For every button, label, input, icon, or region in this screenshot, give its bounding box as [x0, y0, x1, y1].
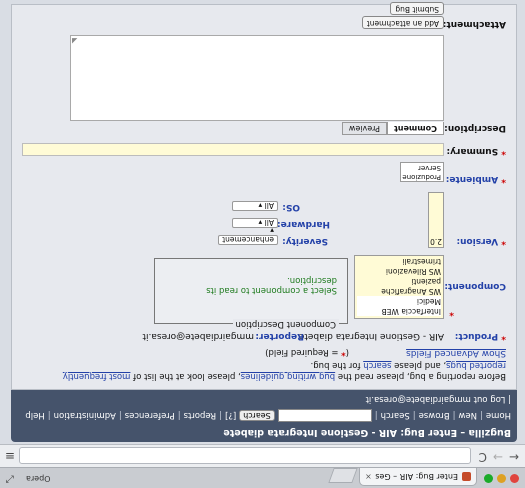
- window: Enter Bug: AIR – Gestione... × Opera ⤢ ←…: [0, 0, 525, 488]
- intro-end: for the bug.: [310, 360, 364, 370]
- product-required-star: *: [501, 331, 506, 341]
- intro-before: Before reporting a bug, please read the: [335, 371, 506, 381]
- administration-link[interactable]: Administration: [54, 411, 116, 421]
- description-label: Description:: [444, 123, 506, 133]
- comment-textarea[interactable]: ◢: [70, 35, 444, 121]
- search-bugs-link[interactable]: search: [363, 360, 391, 370]
- component-list[interactable]: Interfaccia WEB Medici WS Anagrafiche pa…: [354, 255, 444, 319]
- required-note-star: *: [341, 347, 346, 357]
- reporter-value: mmgairdiabete@oresa.it: [142, 331, 255, 341]
- maximize-window-icon[interactable]: [484, 474, 493, 483]
- summary-label: * Summary:: [447, 146, 506, 156]
- browse-link[interactable]: Browse: [419, 411, 450, 421]
- browser-tab-bar: Enter Bug: AIR – Gestione... × Opera ⤢: [0, 467, 525, 488]
- browser-brand: Opera: [26, 474, 51, 483]
- ambiente-option[interactable]: Produzione: [402, 172, 441, 181]
- submit-bug-button[interactable]: Submit Bug: [390, 2, 444, 15]
- intro-text: Before reporting a bug, please read the …: [26, 359, 506, 381]
- product-label-text: Product:: [454, 331, 499, 341]
- show-advanced-fields-link[interactable]: Show Advanced Fields: [406, 348, 506, 358]
- ambiente-required-star: *: [501, 174, 506, 184]
- summary-input[interactable]: [22, 143, 444, 156]
- os-label: OS:: [282, 202, 300, 212]
- component-required-star: *: [449, 307, 454, 317]
- tab-preview[interactable]: Preview: [341, 122, 388, 135]
- logout-link[interactable]: Log out: [474, 394, 506, 404]
- add-attachment-button[interactable]: Add an attachment: [361, 16, 444, 29]
- intro-and: , and please: [391, 360, 447, 370]
- hardware-select[interactable]: All ▾: [232, 218, 278, 228]
- severity-value: enhancement: [222, 235, 274, 244]
- fullscreen-icon[interactable]: ⤢: [6, 473, 14, 484]
- tab-close-icon[interactable]: ×: [365, 472, 372, 481]
- browser-tab-title: Enter Bug: AIR – Gestione...: [375, 472, 458, 481]
- severity-label: Severity:: [282, 236, 328, 246]
- menu-icon[interactable]: ≡: [5, 449, 15, 463]
- page-title: Bugzilla – Enter Bug: AIR - Gestione Int…: [223, 427, 511, 438]
- summary-label-text: Summary:: [446, 146, 499, 156]
- reload-icon[interactable]: C: [479, 450, 487, 464]
- window-controls: [484, 474, 519, 483]
- reporter-label: Reporter:: [255, 331, 304, 341]
- bugzilla-favicon-icon: [462, 472, 471, 481]
- help-link[interactable]: Help: [25, 411, 44, 421]
- reports-link[interactable]: Reports: [184, 411, 217, 421]
- component-option[interactable]: WS Anagrafiche pazienti: [357, 276, 441, 296]
- ambiente-label: * Ambiente:: [446, 174, 506, 184]
- search-button[interactable]: Search: [239, 410, 275, 421]
- home-link[interactable]: Home: [486, 411, 511, 421]
- intro-middle: , please look at the list of: [130, 371, 241, 381]
- quicksearch-help-link[interactable]: [?]: [225, 411, 236, 421]
- product-value-text: AIR - Gestione Integrata diabete: [298, 331, 444, 341]
- minimize-window-icon[interactable]: [497, 474, 506, 483]
- ambiente-list[interactable]: Produzione Server: [400, 162, 444, 182]
- version-label-text: Version:: [456, 236, 499, 246]
- ambiente-label-text: Ambiente:: [445, 174, 499, 184]
- version-list[interactable]: 2.0: [428, 192, 444, 248]
- new-tab-button[interactable]: [328, 468, 358, 483]
- description-tabs: Comment Preview: [341, 122, 444, 135]
- forward-arrow-icon[interactable]: →: [493, 450, 503, 464]
- bugzilla-header: Bugzilla – Enter Bug: AIR - Gestione Int…: [11, 390, 517, 442]
- bug-guidelines-link[interactable]: bug writing guidelines: [241, 371, 335, 381]
- search-link[interactable]: Search: [381, 411, 410, 421]
- tab-comment[interactable]: Comment: [387, 122, 444, 135]
- component-description-text: Select a component to read its descripti…: [206, 275, 337, 295]
- resize-grip-icon[interactable]: ◢: [72, 37, 77, 45]
- hardware-value: All: [264, 218, 274, 227]
- quicksearch-input[interactable]: [277, 409, 372, 422]
- product-value: AIR - Gestione Integrata diabete: [299, 331, 444, 341]
- severity-select[interactable]: enhancement ▾: [218, 226, 278, 245]
- component-option[interactable]: WS Rilevazioni trimestrali: [357, 256, 441, 276]
- required-field-note: (* = Required Field): [265, 347, 349, 357]
- logout-row: | Log out mmgairdiabete@oresa.it: [365, 394, 511, 404]
- browser-tab[interactable]: Enter Bug: AIR – Gestione... ×: [359, 468, 477, 486]
- ambiente-option[interactable]: Server: [403, 163, 441, 172]
- component-description-caption: Component Description: [232, 319, 339, 329]
- version-option[interactable]: 2.0: [430, 237, 442, 246]
- preferences-link[interactable]: Preferences: [125, 411, 175, 421]
- os-value: All: [264, 201, 274, 210]
- required-note-open: (: [345, 347, 349, 357]
- version-required-star: *: [501, 236, 506, 246]
- back-arrow-icon[interactable]: ←: [509, 450, 519, 464]
- version-label: * Version:: [456, 236, 506, 246]
- component-description-box: Component Description Select a component…: [154, 258, 348, 329]
- component-label: Component:: [444, 281, 506, 291]
- user-email: mmgairdiabete@oresa.it: [365, 394, 471, 404]
- os-select[interactable]: All ▾: [232, 201, 278, 211]
- header-links: Home | New | Browse | Search | Search [?] | R…: [25, 409, 511, 422]
- attachment-label: Attachment:: [442, 19, 506, 29]
- component-option[interactable]: Interfaccia WEB Medici: [357, 296, 441, 316]
- browser-nav-bar: ← → C ≡: [0, 444, 525, 467]
- close-window-icon[interactable]: [510, 474, 519, 483]
- product-label: * Product:: [455, 331, 506, 341]
- enter-bug-form: Before reporting a bug, please read the …: [11, 2, 517, 390]
- new-link[interactable]: New: [458, 411, 477, 421]
- address-bar[interactable]: [19, 447, 471, 464]
- hardware-label: Hardware:: [276, 219, 330, 229]
- required-note-text: = Required Field): [265, 347, 342, 357]
- summary-required-star: *: [501, 146, 506, 156]
